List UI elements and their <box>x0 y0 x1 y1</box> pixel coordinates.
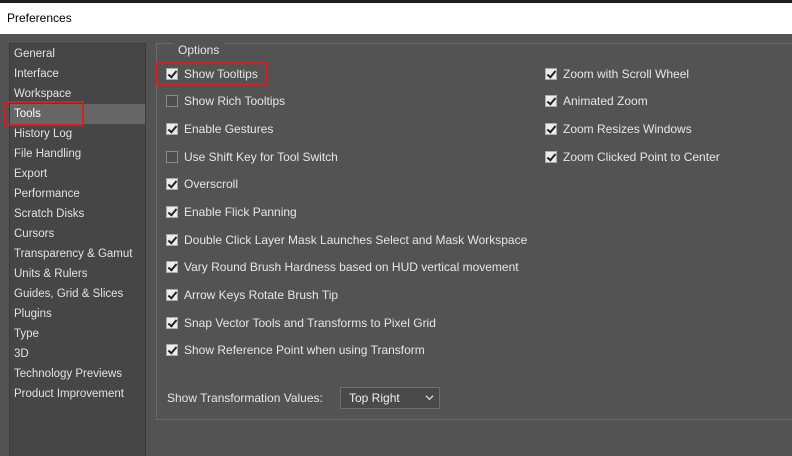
checkbox-checked[interactable] <box>166 344 178 356</box>
select-value: Top Right <box>349 391 400 405</box>
checkbox-checked[interactable] <box>166 234 178 246</box>
option-show-rich-tooltips[interactable]: Show Rich Tooltips <box>166 92 285 110</box>
option-label: Overscroll <box>184 177 239 191</box>
option-zoom-scroll-wheel[interactable]: Zoom with Scroll Wheel <box>545 65 689 83</box>
option-arrow-keys-rotate-brush[interactable]: Arrow Keys Rotate Brush Tip <box>166 286 338 304</box>
checkbox-checked[interactable] <box>166 206 178 218</box>
option-double-click-layer-mask[interactable]: Double Click Layer Mask Launches Select … <box>166 231 527 249</box>
option-label: Zoom with Scroll Wheel <box>563 67 690 81</box>
sidebar-item-export[interactable]: Export <box>10 164 145 184</box>
window-title: Preferences <box>7 11 72 25</box>
sidebar-item-interface[interactable]: Interface <box>10 64 145 84</box>
sidebar-item-performance[interactable]: Performance <box>10 184 145 204</box>
option-zoom-resizes-windows[interactable]: Zoom Resizes Windows <box>545 120 692 138</box>
sidebar-item-history-log[interactable]: History Log <box>10 124 145 144</box>
option-flick-panning[interactable]: Enable Flick Panning <box>166 203 297 221</box>
sidebar-item-guides-grid-slices[interactable]: Guides, Grid & Slices <box>10 284 145 304</box>
option-show-reference-point[interactable]: Show Reference Point when using Transfor… <box>166 341 425 359</box>
sidebar-item-file-handling[interactable]: File Handling <box>10 144 145 164</box>
checkbox-checked[interactable] <box>166 317 178 329</box>
chevron-down-icon <box>425 395 434 401</box>
option-animated-zoom[interactable]: Animated Zoom <box>545 92 648 110</box>
sidebar-item-cursors[interactable]: Cursors <box>10 224 145 244</box>
checkbox-unchecked[interactable] <box>166 151 178 163</box>
sidebar-item-general[interactable]: General <box>10 44 145 64</box>
option-label: Enable Gestures <box>184 122 274 136</box>
option-label: Zoom Clicked Point to Center <box>563 150 720 164</box>
checkbox-checked[interactable] <box>166 261 178 273</box>
sidebar-item-units-rulers[interactable]: Units & Rulers <box>10 264 145 284</box>
checkbox-checked[interactable] <box>166 68 178 80</box>
sidebar-item-tools[interactable]: Tools <box>10 104 145 124</box>
option-label: Show Rich Tooltips <box>184 94 286 108</box>
option-label: Use Shift Key for Tool Switch <box>184 150 338 164</box>
option-label: Vary Round Brush Hardness based on HUD v… <box>184 260 519 274</box>
transformation-values-select[interactable]: Top Right <box>340 387 440 409</box>
checkbox-checked[interactable] <box>545 95 557 107</box>
sidebar-item-3d[interactable]: 3D <box>10 344 145 364</box>
option-vary-round-brush-hardness[interactable]: Vary Round Brush Hardness based on HUD v… <box>166 258 519 276</box>
option-label: Zoom Resizes Windows <box>563 122 692 136</box>
option-label: Show Reference Point when using Transfor… <box>184 343 425 357</box>
sidebar: General Interface Workspace Tools Histor… <box>9 43 146 456</box>
option-label: Animated Zoom <box>563 94 648 108</box>
sidebar-item-transparency-gamut[interactable]: Transparency & Gamut <box>10 244 145 264</box>
sidebar-item-plugins[interactable]: Plugins <box>10 304 145 324</box>
option-snap-vector-tools[interactable]: Snap Vector Tools and Transforms to Pixe… <box>166 314 436 332</box>
sidebar-item-scratch-disks[interactable]: Scratch Disks <box>10 204 145 224</box>
option-label: Show Tooltips <box>184 67 258 81</box>
options-legend: Options <box>173 43 225 57</box>
checkbox-checked[interactable] <box>545 123 557 135</box>
title-bar: Preferences <box>0 3 792 34</box>
sidebar-item-type[interactable]: Type <box>10 324 145 344</box>
option-zoom-clicked-point-center[interactable]: Zoom Clicked Point to Center <box>545 148 720 166</box>
checkbox-checked[interactable] <box>545 151 557 163</box>
option-show-tooltips[interactable]: Show Tooltips <box>166 65 258 83</box>
option-label: Double Click Layer Mask Launches Select … <box>184 233 528 247</box>
option-label: Snap Vector Tools and Transforms to Pixe… <box>184 316 436 330</box>
option-shift-key-tool-switch[interactable]: Use Shift Key for Tool Switch <box>166 148 338 166</box>
sidebar-item-product-improvement[interactable]: Product Improvement <box>10 384 145 404</box>
checkbox-checked[interactable] <box>166 123 178 135</box>
checkbox-unchecked[interactable] <box>166 95 178 107</box>
option-overscroll[interactable]: Overscroll <box>166 175 238 193</box>
sidebar-item-workspace[interactable]: Workspace <box>10 84 145 104</box>
option-label: Arrow Keys Rotate Brush Tip <box>184 288 339 302</box>
sidebar-item-technology-previews[interactable]: Technology Previews <box>10 364 145 384</box>
option-enable-gestures[interactable]: Enable Gestures <box>166 120 273 138</box>
checkbox-checked[interactable] <box>166 178 178 190</box>
checkbox-checked[interactable] <box>166 289 178 301</box>
checkbox-checked[interactable] <box>545 68 557 80</box>
transformation-values-label: Show Transformation Values: <box>167 391 323 405</box>
option-label: Enable Flick Panning <box>184 205 297 219</box>
